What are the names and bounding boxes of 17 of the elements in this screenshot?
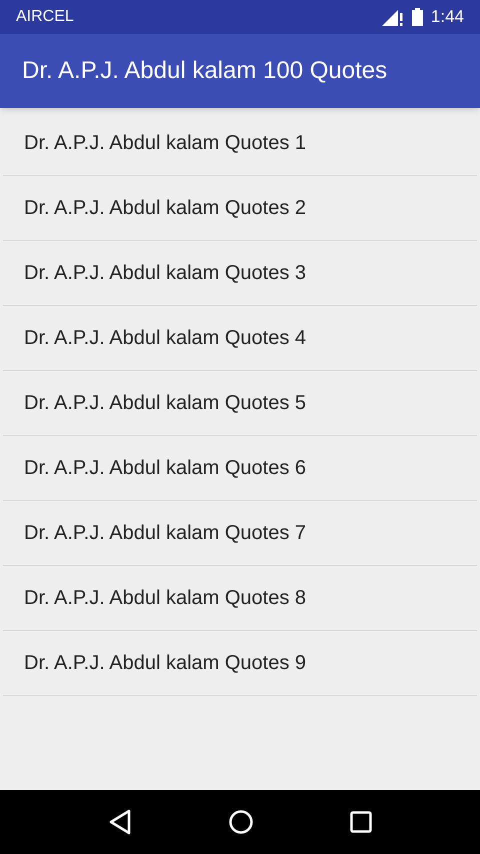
list-item[interactable]: Dr. A.P.J. Abdul kalam Quotes 6 — [24, 453, 306, 483]
list-item[interactable]: Dr. A.P.J. Abdul kalam Quotes 5 — [24, 388, 306, 418]
list-item[interactable]: Dr. A.P.J. Abdul kalam Quotes 2 — [24, 193, 306, 223]
back-icon[interactable] — [108, 809, 132, 835]
recents-icon[interactable] — [350, 811, 372, 833]
list-item[interactable]: Dr. A.P.J. Abdul kalam Quotes 8 — [24, 583, 306, 613]
list-item[interactable]: Dr. A.P.J. Abdul kalam Quotes 3 — [24, 258, 306, 288]
signal-icon — [382, 8, 404, 26]
clock: 1:44 — [430, 6, 464, 28]
list-item[interactable]: Dr. A.P.J. Abdul kalam Quotes 7 — [24, 518, 306, 548]
app-title: Dr. A.P.J. Abdul kalam 100 Quotes — [22, 56, 388, 86]
battery-icon — [412, 8, 423, 26]
carrier-name: AIRCEL — [16, 7, 74, 27]
home-icon[interactable] — [228, 809, 254, 835]
list-item[interactable]: Dr. A.P.J. Abdul kalam Quotes 9 — [24, 648, 306, 678]
list-item[interactable]: Dr. A.P.J. Abdul kalam Quotes 4 — [24, 323, 306, 353]
list-item[interactable]: Dr. A.P.J. Abdul kalam Quotes 1 — [24, 128, 306, 158]
